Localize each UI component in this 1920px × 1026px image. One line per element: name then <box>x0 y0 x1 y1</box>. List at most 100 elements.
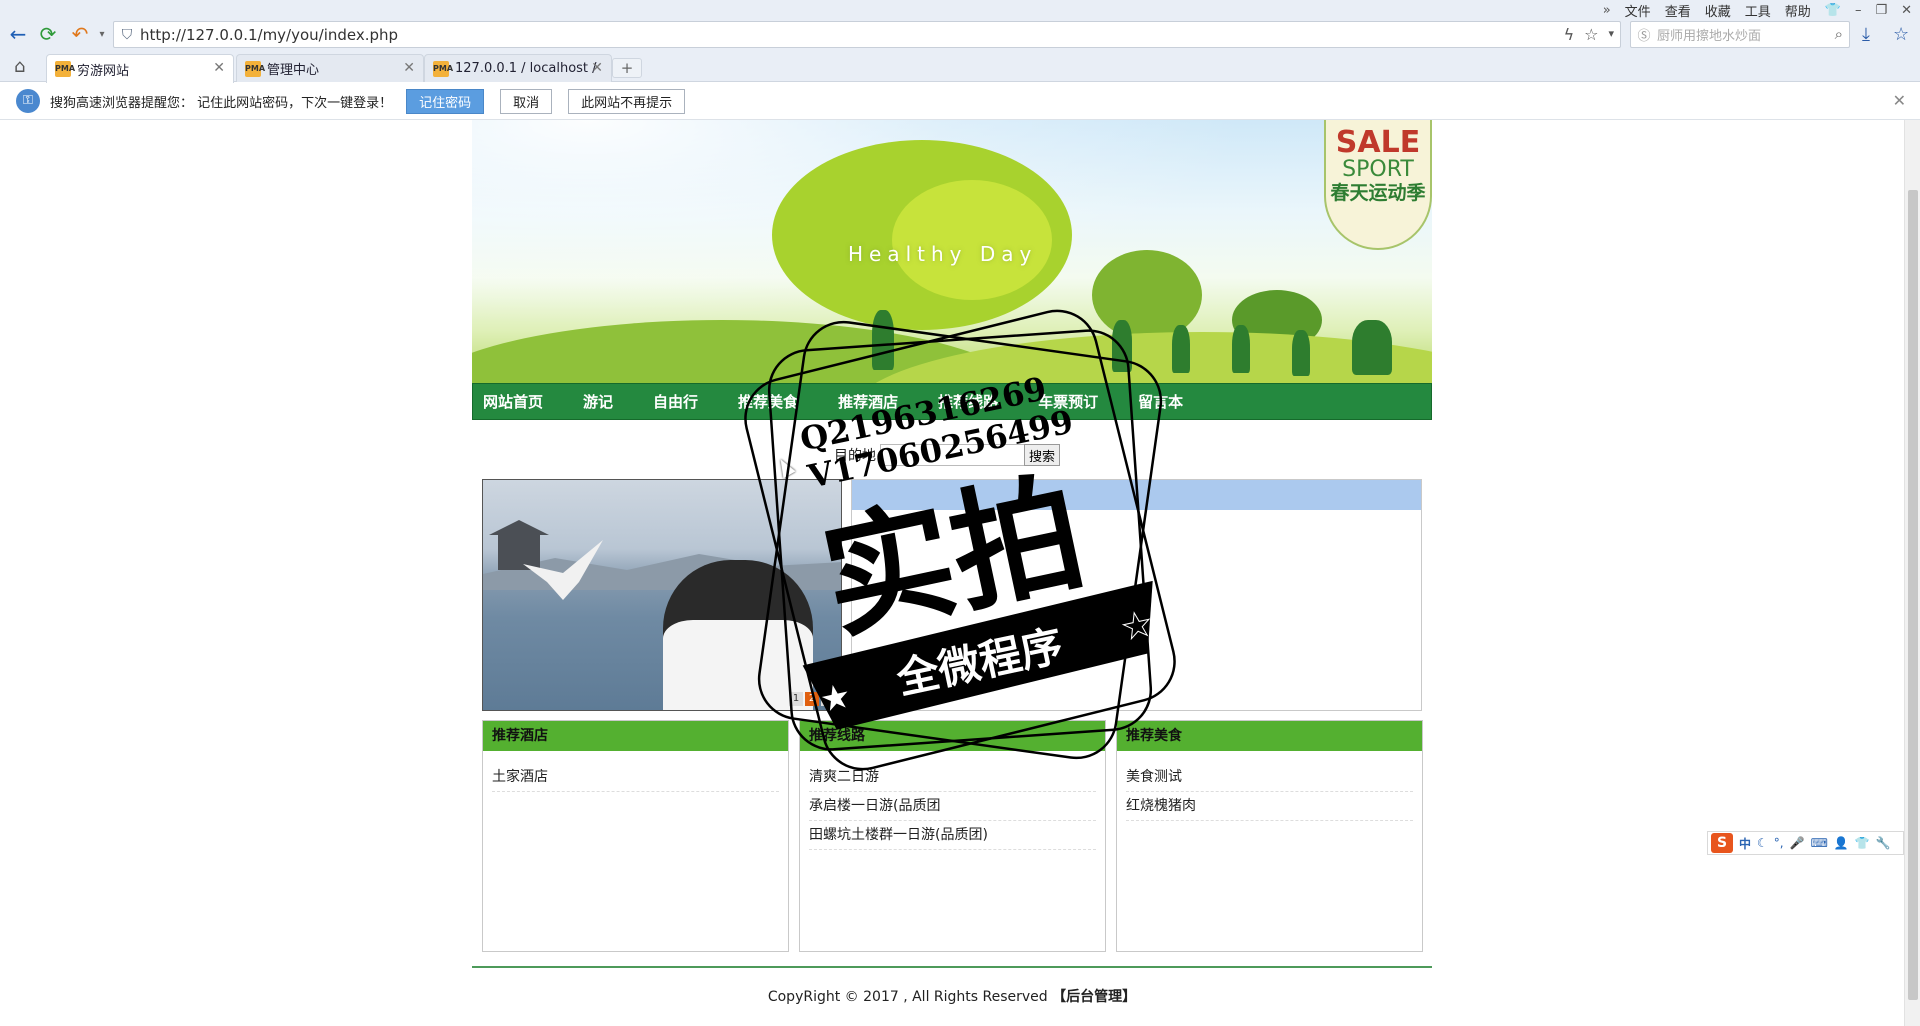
slider-page-1[interactable]: 1 <box>789 692 803 706</box>
list-item[interactable]: 红烧槐猪肉 <box>1126 792 1413 821</box>
key-icon: ⚿ <box>16 89 40 113</box>
nav-tickets[interactable]: 车票预订 <box>1038 391 1098 412</box>
header-banner: Healthy Day SALE SPORT 春天运动季 <box>472 120 1432 383</box>
runner-silhouette <box>1112 320 1132 372</box>
wrench-icon[interactable]: 🔧 <box>1876 836 1891 850</box>
banner-tree <box>892 180 1052 300</box>
section-title: 推荐美食 <box>1117 721 1422 751</box>
search-button[interactable]: 搜索 <box>1024 444 1061 466</box>
nav-travelogue[interactable]: 游记 <box>583 391 613 412</box>
sogou-search-icon: Ⓢ <box>1637 29 1651 44</box>
more-icon[interactable]: » <box>1603 3 1611 18</box>
ime-mode[interactable]: 中 <box>1739 835 1751 852</box>
cancel-button[interactable]: 取消 <box>500 88 553 114</box>
vertical-scrollbar[interactable] <box>1904 120 1920 1026</box>
search-placeholder: 厨师用擦地水炒面 <box>1657 29 1762 44</box>
nav-hotels[interactable]: 推荐酒店 <box>838 391 898 412</box>
minimize-icon[interactable]: – <box>1855 3 1862 18</box>
footer-divider <box>472 966 1432 968</box>
close-icon[interactable]: ✕ <box>1901 3 1912 18</box>
url-dropdown-icon[interactable]: ▾ <box>1608 25 1614 44</box>
tab-admin-center[interactable]: PMA 管理中心 ✕ <box>236 54 424 82</box>
ime-toolbar: S 中 ☾ °, 🎤 ⌨ 👤 👕 🔧 <box>1707 831 1904 855</box>
address-toolbar: ← ⟳ ↶ ▾ ⛉ http://127.0.0.1/my/you/index.… <box>0 18 1920 50</box>
remember-password-button[interactable]: 记住密码 <box>406 88 485 114</box>
list-item[interactable]: 美食测试 <box>1126 763 1413 792</box>
copyright-text: CopyRight © 2017 , All Rights Reserved <box>767 989 1053 1005</box>
browser-window: » 文件 查看 收藏 工具 帮助 👕 – ❐ ✕ ← ⟳ ↶ ▾ ⛉ http:… <box>0 0 1920 1026</box>
refresh-icon[interactable]: ⟳ <box>36 22 60 46</box>
feature-row: 1 2 3 <box>472 479 1432 711</box>
tab-close-icon[interactable]: ✕ <box>403 60 415 76</box>
footer: CopyRight © 2017 , All Rights Reserved 【… <box>472 986 1432 1006</box>
runner-silhouette <box>1292 330 1310 376</box>
pma-favicon-icon: PMA <box>433 60 453 77</box>
cyclist-silhouette <box>1352 320 1392 375</box>
slider-pager: 1 2 3 <box>789 692 835 706</box>
moon-icon[interactable]: ☾ <box>1757 836 1768 850</box>
tab-label: 穷游网站 <box>77 63 130 79</box>
bookmark-star-icon[interactable]: ☆ <box>1584 25 1598 44</box>
slider-page-3[interactable]: 3 <box>821 692 835 706</box>
photo-slider[interactable]: 1 2 3 <box>482 479 842 711</box>
recommendations: 推荐酒店 土家酒店 推荐线路 清爽二日游 承启楼一日游(品质团 田螺坑土楼群一日… <box>472 720 1432 962</box>
admin-link[interactable]: 【后台管理】 <box>1052 989 1136 1005</box>
sogou-ime-icon[interactable]: S <box>1711 833 1733 853</box>
tab-label: 管理中心 <box>267 63 320 78</box>
nav-food[interactable]: 推荐美食 <box>738 391 798 412</box>
tab-phpmyadmin[interactable]: PMA 127.0.0.1 / localhost / ✕ <box>424 54 612 82</box>
keyboard-icon[interactable]: ⌨ <box>1811 836 1828 850</box>
download-icon[interactable]: ⤓ <box>1862 24 1870 45</box>
main-nav: 网站首页 游记 自由行 推荐美食 推荐酒店 推荐线路 车票预订 留言本 <box>472 383 1432 420</box>
destination-input[interactable] <box>880 444 1026 466</box>
section-routes: 推荐线路 清爽二日游 承启楼一日游(品质团 田螺坑土楼群一日游(品质团) <box>799 720 1106 952</box>
url-bar[interactable]: ⛉ http://127.0.0.1/my/you/index.php ϟ ☆ … <box>113 21 1621 48</box>
list-item[interactable]: 承启楼一日游(品质团 <box>809 792 1096 821</box>
list-item[interactable]: 田螺坑土楼群一日游(品质团) <box>809 821 1096 850</box>
tab-close-icon[interactable]: ✕ <box>213 60 225 76</box>
section-food: 推荐美食 美食测试 红烧槐猪肉 <box>1116 720 1423 952</box>
nav-routes[interactable]: 推荐线路 <box>938 391 998 412</box>
scrollbar-thumb[interactable] <box>1908 190 1918 1000</box>
tab-travel-site[interactable]: PMA 穷游网站 ✕ <box>46 54 234 83</box>
lightning-icon[interactable]: ϟ <box>1564 25 1575 44</box>
pma-favicon-icon: PMA <box>55 61 75 77</box>
skin-icon[interactable]: 👕 <box>1825 3 1841 18</box>
prompt-close-icon[interactable]: ✕ <box>1893 91 1906 110</box>
back-icon[interactable]: ← <box>6 22 30 46</box>
new-tab-button[interactable]: + <box>612 58 642 78</box>
section-hotels: 推荐酒店 土家酒店 <box>482 720 789 952</box>
list-item[interactable]: 清爽二日游 <box>809 763 1096 792</box>
nav-home[interactable]: 网站首页 <box>483 391 543 412</box>
search-bar[interactable]: Ⓢ 厨师用擦地水炒面 ⌕ <box>1630 21 1850 48</box>
skin-icon[interactable]: 👕 <box>1855 836 1870 850</box>
badge-sale-text: SALE <box>1335 125 1421 160</box>
user-icon[interactable]: 👤 <box>1834 836 1849 850</box>
url-actions: ϟ ☆ ▾ <box>1564 25 1614 44</box>
slide-pavilion <box>489 520 549 570</box>
restore-icon[interactable]: ❐ <box>1875 3 1887 18</box>
microphone-icon[interactable]: 🎤 <box>1790 836 1805 850</box>
nav-guestbook[interactable]: 留言本 <box>1138 391 1183 412</box>
news-panel-header <box>852 480 1421 510</box>
runner-silhouette <box>1172 325 1190 373</box>
section-title: 推荐线路 <box>800 721 1105 751</box>
never-prompt-button[interactable]: 此网站不再提示 <box>568 88 686 114</box>
undo-icon[interactable]: ↶ <box>68 22 92 46</box>
destination-label: 目的地 <box>834 448 876 464</box>
favorites-icon[interactable]: ☆ <box>1893 24 1909 45</box>
slider-page-2[interactable]: 2 <box>805 692 819 706</box>
runner-silhouette <box>872 310 894 370</box>
password-prompt-bar: ⚿ 搜狗高速浏览器提醒您： 记住此网站密码，下次一键登录！ 记住密码 取消 此网… <box>0 83 1920 120</box>
tab-label: 127.0.0.1 / localhost / <box>455 61 597 76</box>
punctuation-icon[interactable]: °, <box>1774 836 1784 850</box>
password-prompt-message: 搜狗高速浏览器提醒您： 记住此网站密码，下次一键登录！ <box>50 95 393 111</box>
web-page: Healthy Day SALE SPORT 春天运动季 网站首页 游记 自由行… <box>472 120 1432 1006</box>
search-icon[interactable]: ⌕ <box>1835 25 1843 43</box>
nav-independent-travel[interactable]: 自由行 <box>653 391 698 412</box>
list-item[interactable]: 土家酒店 <box>492 763 779 792</box>
home-icon[interactable]: ⌂ <box>14 56 25 77</box>
undo-dropdown-icon[interactable]: ▾ <box>90 22 114 46</box>
url-text[interactable]: http://127.0.0.1/my/you/index.php <box>140 26 398 44</box>
tab-close-icon[interactable]: ✕ <box>591 60 603 76</box>
